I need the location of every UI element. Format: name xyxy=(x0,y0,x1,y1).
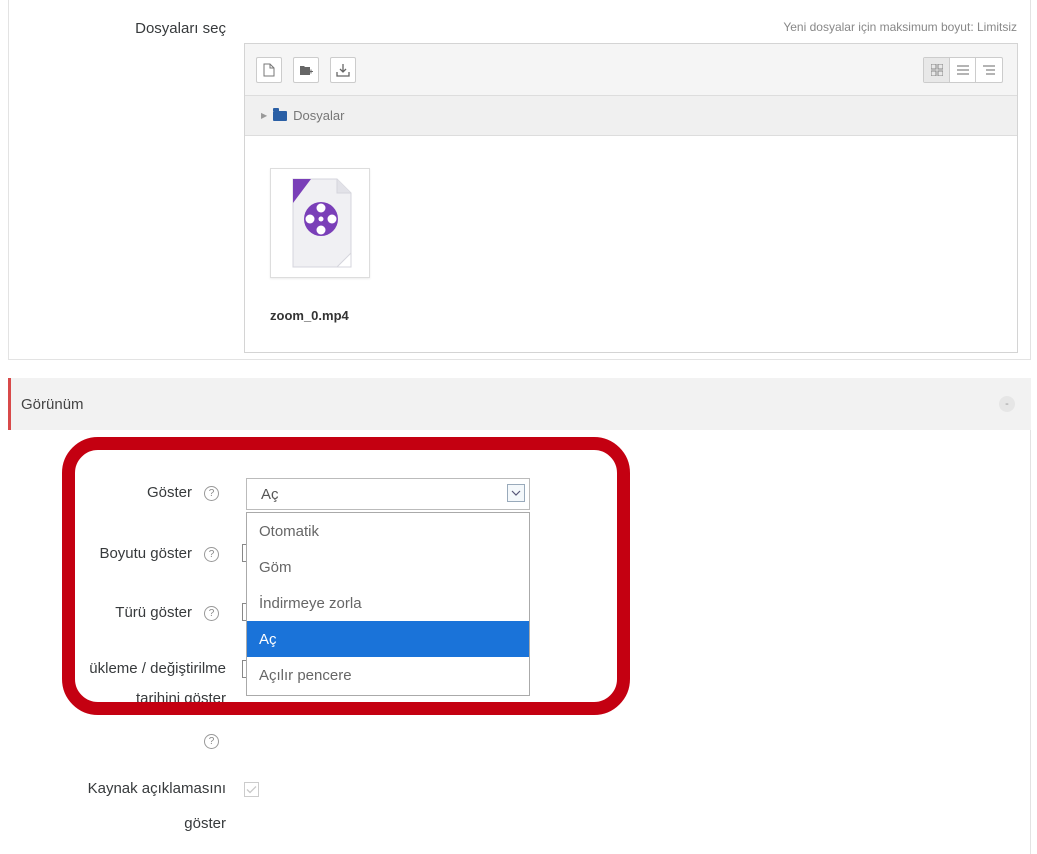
help-icon[interactable]: ? xyxy=(204,547,219,562)
show-size-checkbox[interactable] xyxy=(242,544,246,562)
file-item[interactable] xyxy=(270,168,370,278)
show-description-label-2: göster xyxy=(184,815,226,832)
show-size-label: Boyutu göster xyxy=(99,545,192,562)
dropdown-option[interactable]: Göm xyxy=(247,549,529,585)
display-select[interactable]: Aç xyxy=(246,478,530,510)
show-date-checkbox[interactable] xyxy=(242,660,246,678)
help-icon[interactable]: ? xyxy=(204,606,219,621)
display-select-value: Aç xyxy=(261,485,279,503)
dropdown-option[interactable]: Açılır pencere xyxy=(247,657,529,693)
show-type-checkbox[interactable] xyxy=(242,603,246,621)
show-description-checkbox[interactable] xyxy=(244,782,259,797)
show-description-label: Kaynak açıklamasını xyxy=(87,780,226,797)
chevron-down-icon[interactable] xyxy=(507,484,525,502)
add-file-icon xyxy=(263,63,275,77)
breadcrumb: ▶ Dosyalar xyxy=(245,96,1017,136)
max-size-note: Yeni dosyalar için maksimum boyut: Limit… xyxy=(783,20,1017,34)
section-title: Görünüm xyxy=(21,395,84,413)
caret-right-icon: ▶ xyxy=(261,111,268,120)
section-header-appearance[interactable]: Görünüm xyxy=(8,378,1031,430)
file-picker: ▶ Dosyalar zoom_0.mp4 xyxy=(244,43,1018,353)
folder-add-icon xyxy=(300,66,313,75)
grid-icon xyxy=(930,64,943,76)
view-list-button[interactable] xyxy=(950,58,976,82)
dropdown-option-selected[interactable]: Aç xyxy=(247,621,529,657)
help-icon[interactable]: ? xyxy=(204,734,219,749)
display-label: Göster xyxy=(146,484,192,501)
list-icon xyxy=(956,65,969,75)
collapse-icon[interactable]: - xyxy=(999,396,1015,412)
view-toggle-group xyxy=(923,57,1003,83)
section-border xyxy=(1030,430,1031,854)
dropdown-option[interactable]: İndirmeye zorla xyxy=(247,585,529,621)
breadcrumb-folder[interactable]: Dosyalar xyxy=(293,108,344,123)
files-label: Dosyaları seç xyxy=(135,20,226,37)
download-icon xyxy=(336,64,350,77)
add-file-button[interactable] xyxy=(256,57,282,83)
show-date-label: ükleme / değiştirilme xyxy=(89,660,226,677)
video-file-icon xyxy=(292,178,352,268)
show-date-label-2: tarihini göster xyxy=(135,690,226,707)
display-dropdown: Otomatik Göm İndirmeye zorla Aç Açılır p… xyxy=(246,512,530,696)
show-type-label: Türü göster xyxy=(115,604,192,621)
file-name: zoom_0.mp4 xyxy=(270,308,349,323)
file-picker-toolbar xyxy=(245,44,1017,96)
create-folder-button[interactable] xyxy=(293,57,319,83)
view-icons-button[interactable] xyxy=(924,58,950,82)
check-icon xyxy=(246,786,257,794)
help-icon[interactable]: ? xyxy=(204,486,219,501)
folder-icon xyxy=(273,107,288,121)
tree-icon xyxy=(983,65,995,75)
view-tree-button[interactable] xyxy=(976,58,1002,82)
dropdown-option[interactable]: Otomatik xyxy=(247,513,529,549)
download-button[interactable] xyxy=(330,57,356,83)
